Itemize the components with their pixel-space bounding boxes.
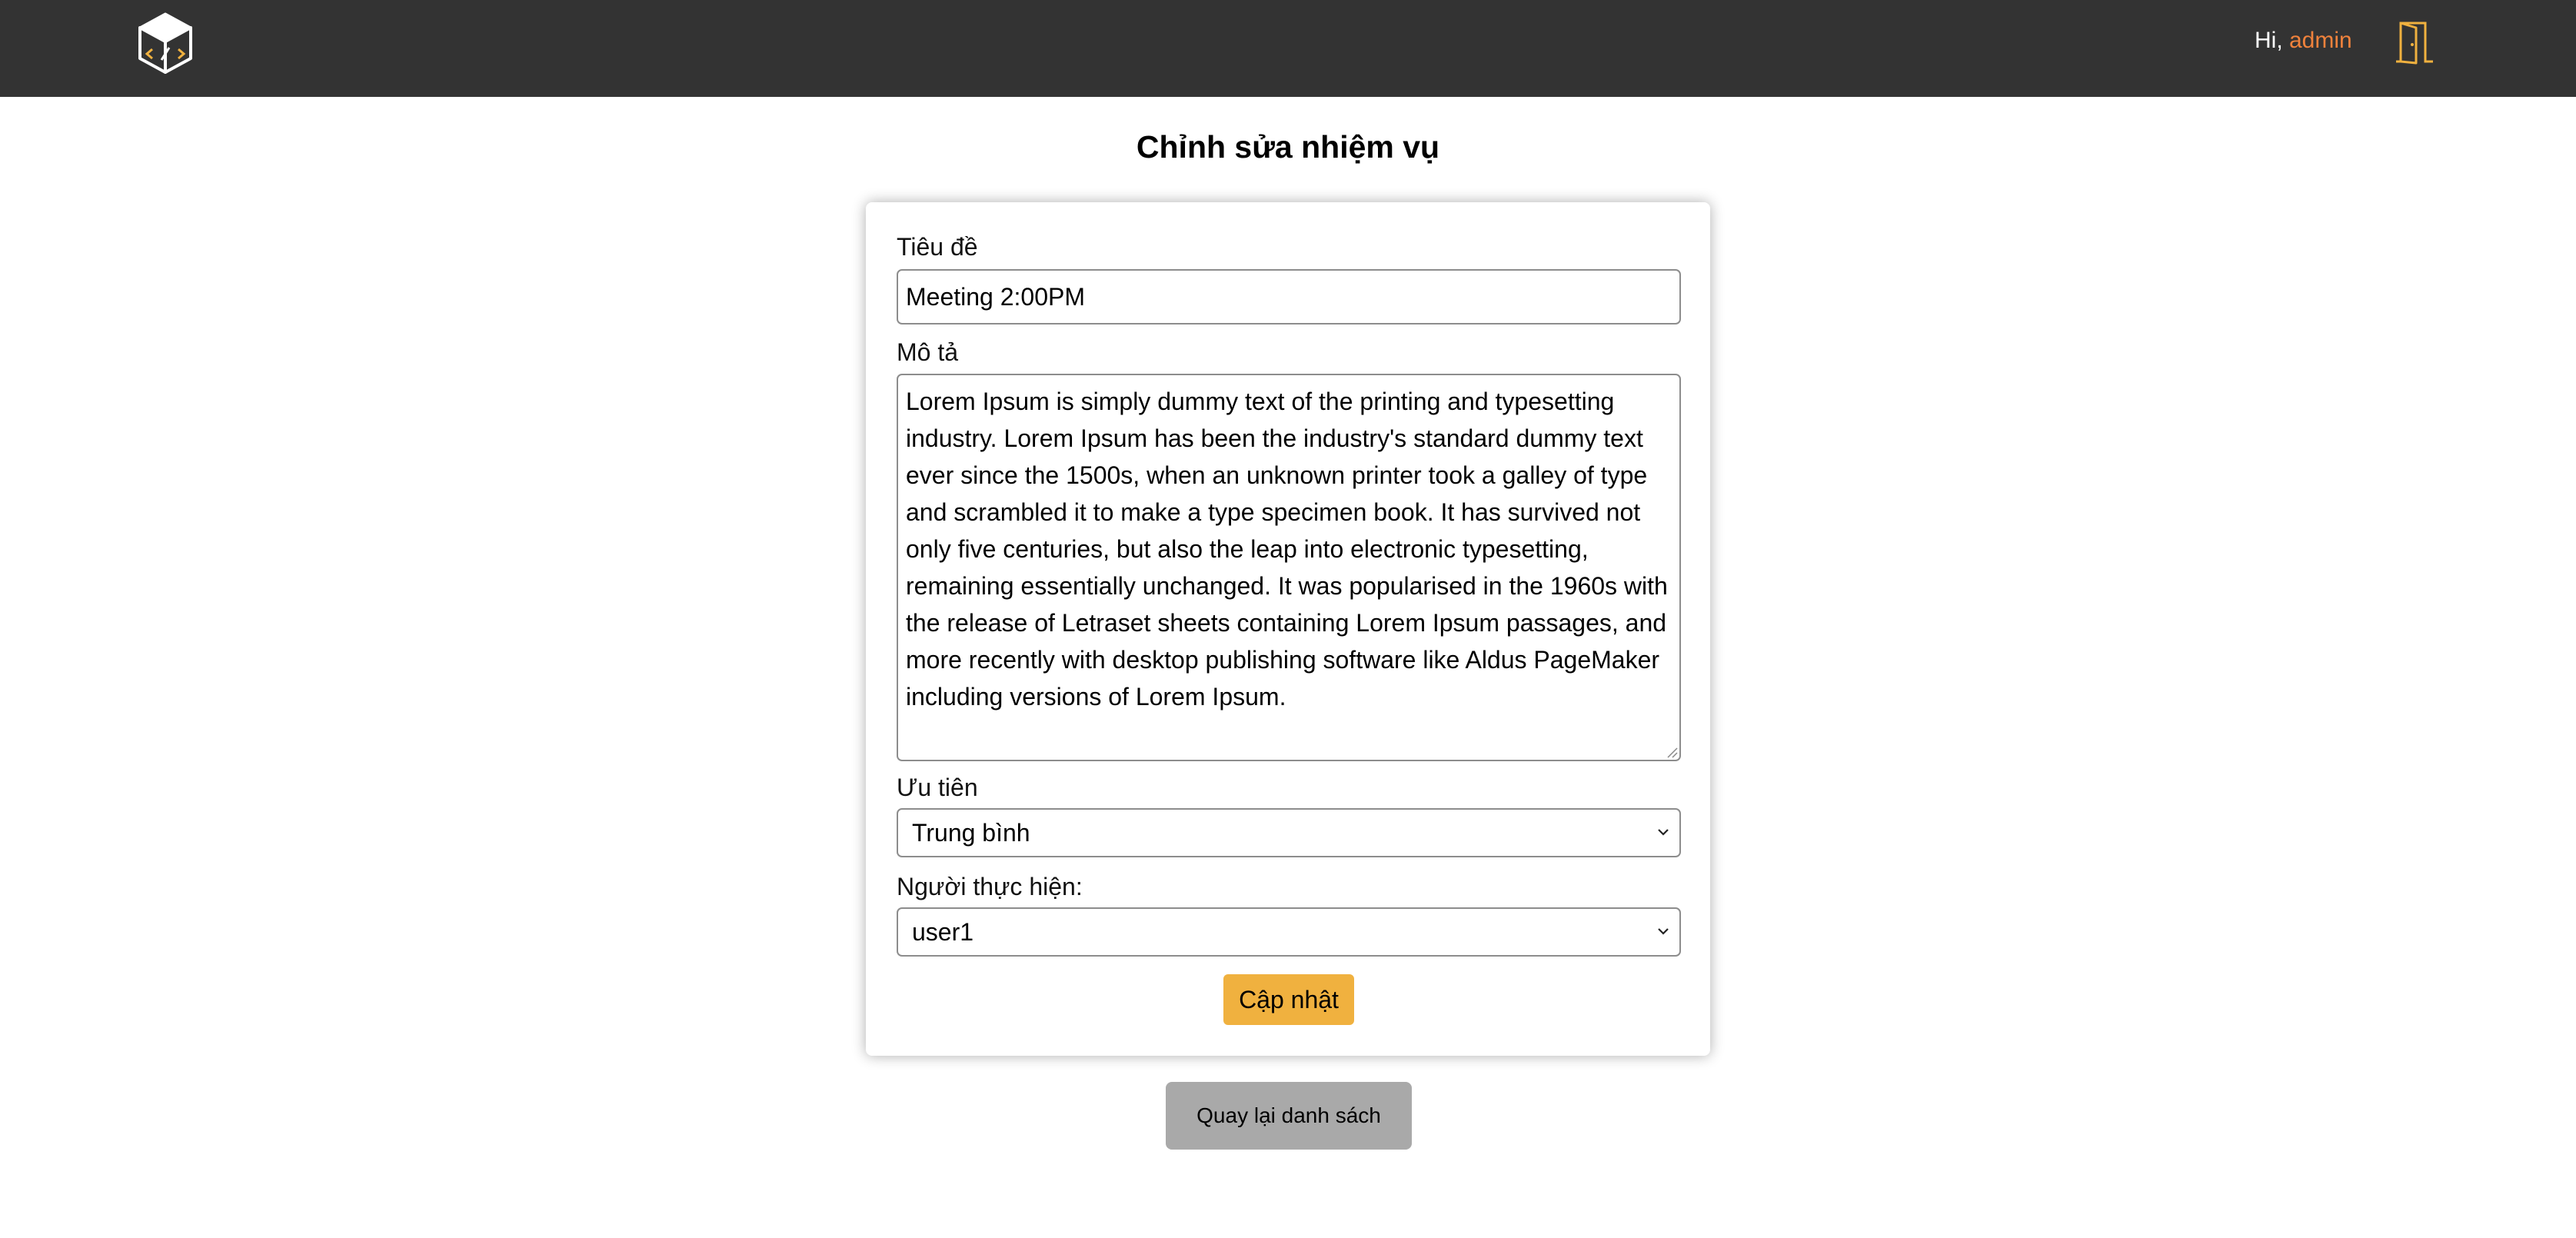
title-label: Tiêu đề — [897, 233, 978, 261]
description-label: Mô tả — [897, 338, 959, 366]
assignee-select[interactable]: user1 — [897, 907, 1681, 957]
door-icon[interactable] — [2393, 18, 2438, 65]
description-text: Lorem Ipsum is simply dummy text of the … — [906, 388, 1668, 711]
chevron-down-icon — [1658, 829, 1669, 836]
page-title: Chỉnh sửa nhiệm vụ — [1136, 129, 1440, 165]
description-textarea[interactable]: Lorem Ipsum is simply dummy text of the … — [897, 374, 1681, 761]
priority-select[interactable]: Trung bình — [897, 808, 1681, 857]
user-greeting: Hi, admin — [2255, 28, 2352, 54]
top-navbar: Hi, admin — [0, 0, 2576, 97]
back-to-list-button[interactable]: Quay lại danh sách — [1166, 1082, 1412, 1150]
greeting-prefix: Hi, — [2255, 28, 2289, 53]
assignee-selected-value: user1 — [912, 918, 974, 946]
assignee-label: Người thực hiện: — [897, 873, 1083, 900]
priority-selected-value: Trung bình — [912, 819, 1030, 847]
username-link[interactable]: admin — [2289, 28, 2352, 53]
priority-label: Ưu tiên — [897, 774, 978, 801]
title-input[interactable]: Meeting 2:00PM — [897, 269, 1681, 324]
chevron-down-icon — [1658, 928, 1669, 935]
logo-cube-icon[interactable] — [135, 11, 195, 75]
edit-task-form: Tiêu đề Meeting 2:00PM Mô tả Lorem Ipsum… — [866, 202, 1710, 1056]
update-button[interactable]: Cập nhật — [1223, 974, 1354, 1025]
resize-grip-icon[interactable] — [1666, 746, 1678, 758]
